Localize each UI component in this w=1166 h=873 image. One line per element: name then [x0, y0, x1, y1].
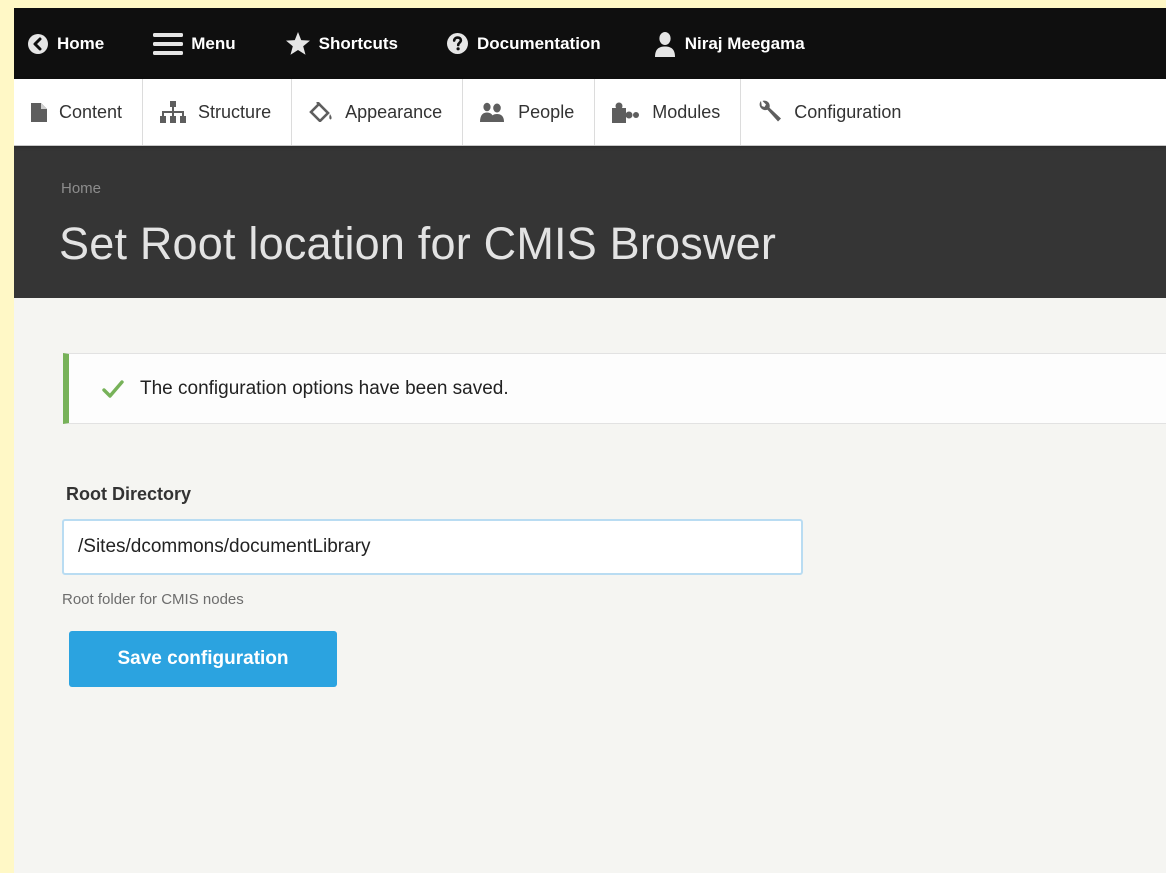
toolbar-documentation-label: Documentation: [476, 33, 601, 53]
tray-item-modules-label: Modules: [652, 101, 721, 122]
root-directory-input[interactable]: [62, 519, 803, 575]
tray-item-content[interactable]: Content: [14, 79, 144, 145]
status-message-text: The configuration options have been save…: [140, 377, 509, 399]
toolbar-home[interactable]: Home: [27, 33, 104, 55]
tray-item-structure-label: Structure: [198, 101, 272, 122]
status-message: The configuration options have been save…: [63, 353, 1166, 424]
tray-item-content-label: Content: [59, 101, 123, 122]
puzzle-icon: [612, 101, 640, 123]
root-directory-description: Root folder for CMIS nodes: [62, 591, 244, 608]
user-icon: [653, 31, 677, 57]
toolbar-shortcuts-label: Shortcuts: [318, 33, 398, 53]
tray-item-modules[interactable]: Modules: [595, 79, 742, 145]
page-header: Home Set Root location for CMIS Broswer: [14, 146, 1166, 298]
checkmark-icon: [102, 379, 124, 398]
sitemap-icon: [160, 101, 187, 123]
toolbar-menu-label: Menu: [191, 33, 236, 53]
hamburger-icon: [153, 32, 184, 56]
toolbar-documentation[interactable]: Documentation: [446, 32, 601, 55]
toolbar-shortcuts[interactable]: Shortcuts: [285, 31, 398, 56]
people-icon: [480, 102, 506, 122]
wrench-icon: [758, 100, 782, 124]
question-circle-icon: [446, 32, 469, 55]
toolbar-user[interactable]: Niraj Meegama: [653, 31, 805, 57]
toolbar-home-label: Home: [57, 33, 105, 53]
tray-item-people[interactable]: People: [463, 79, 596, 145]
admin-tray: Content Structure Appearance People Modu…: [14, 79, 1166, 146]
toolbar-bar: Home Menu Shortcuts Documentation Niraj …: [14, 8, 1166, 79]
tray-item-configuration-label: Configuration: [794, 101, 902, 122]
tray-item-appearance[interactable]: Appearance: [292, 79, 464, 145]
star-icon: [285, 31, 311, 56]
page-frame: Home Menu Shortcuts Documentation Niraj …: [14, 8, 1166, 873]
paint-bucket-icon: [309, 102, 333, 122]
page-title: Set Root location for CMIS Broswer: [59, 218, 777, 269]
tray-item-appearance-label: Appearance: [345, 101, 443, 122]
save-configuration-button[interactable]: Save configuration: [69, 631, 337, 687]
main-content: The configuration options have been save…: [14, 298, 1166, 858]
chevron-left-circle-icon: [27, 33, 49, 55]
toolbar-menu[interactable]: Menu: [153, 32, 236, 56]
root-directory-label: Root Directory: [66, 484, 192, 504]
toolbar-user-label: Niraj Meegama: [684, 33, 805, 53]
tray-item-people-label: People: [518, 101, 575, 122]
file-icon: [31, 102, 47, 122]
breadcrumb-home[interactable]: Home: [61, 180, 101, 197]
tray-item-structure[interactable]: Structure: [143, 79, 293, 145]
tray-item-configuration[interactable]: Configuration: [741, 79, 921, 145]
